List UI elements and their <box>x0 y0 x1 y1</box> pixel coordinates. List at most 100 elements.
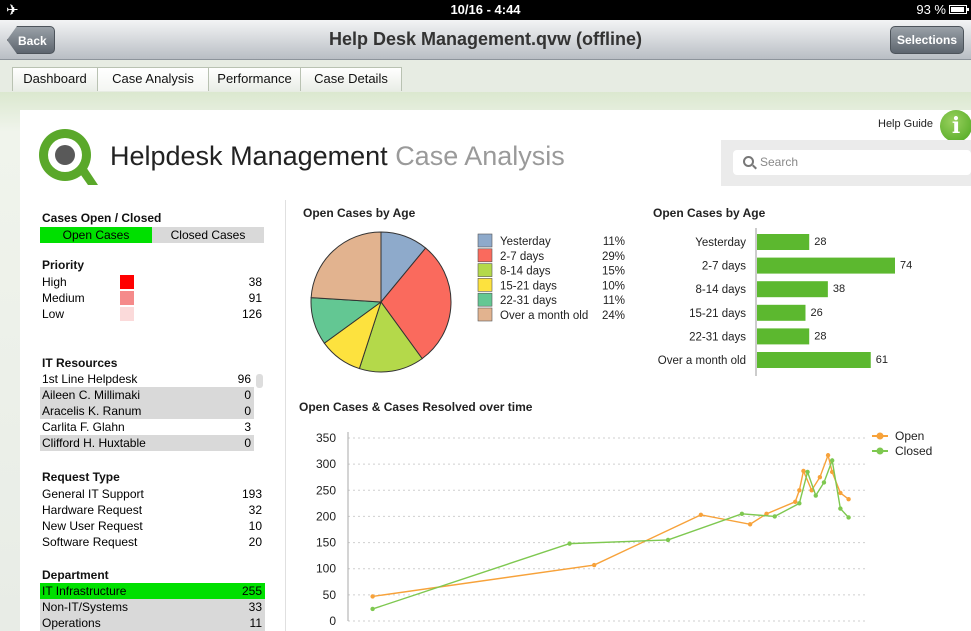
data-point[interactable] <box>567 541 572 546</box>
tab-performance[interactable]: Performance <box>208 67 301 91</box>
it-resources-scrollbar[interactable] <box>256 374 263 388</box>
legend-percent: 11% <box>603 236 625 248</box>
priority-label: Low <box>42 307 65 321</box>
it-resource-row[interactable]: Carlita F. Glahn 3 <box>40 419 254 435</box>
legend-label: 22-31 days <box>500 295 557 307</box>
search-container: Search <box>721 140 971 186</box>
y-tick-label: 300 <box>316 457 336 471</box>
legend-marker <box>876 432 884 440</box>
bar-category-label: 2-7 days <box>702 261 746 273</box>
priority-label: Medium <box>42 291 85 305</box>
filter-open-cases[interactable]: Open Cases <box>40 227 152 243</box>
data-point[interactable] <box>838 490 843 496</box>
legend-percent: 15% <box>602 266 625 278</box>
data-point[interactable] <box>747 522 753 527</box>
department-row[interactable]: IT Infrastructure 255 <box>40 583 265 599</box>
series-line[interactable] <box>372 452 850 598</box>
data-point[interactable] <box>370 606 375 612</box>
bar[interactable] <box>757 281 828 298</box>
priority-swatch <box>120 307 134 321</box>
priority-row-medium[interactable]: Medium 91 <box>40 290 265 306</box>
it-resources-title: IT Resources <box>42 356 118 370</box>
tab-case-analysis[interactable]: Case Analysis <box>97 67 209 91</box>
info-icon[interactable]: i <box>940 110 971 142</box>
request-type-row[interactable]: General IT Support 193 <box>40 486 265 502</box>
document-title: Help Desk Management.qvw (offline) <box>328 29 643 49</box>
it-resource-row[interactable]: Aileen C. Millimaki 0 <box>40 387 254 403</box>
bar[interactable] <box>757 328 810 345</box>
bar[interactable] <box>757 352 871 368</box>
data-point[interactable] <box>805 469 810 475</box>
it-resource-label: Aileen C. Millimaki <box>42 388 141 402</box>
tab-case-details[interactable]: Case Details <box>300 67 402 91</box>
data-point[interactable] <box>801 468 806 474</box>
pie-slice[interactable] <box>310 231 382 303</box>
it-resource-label: 1st Line Helpdesk <box>42 372 138 386</box>
department-row[interactable]: Non-IT/Systems 33 <box>40 599 265 615</box>
tab-dashboard[interactable]: Dashboard <box>12 67 98 91</box>
legend-label: Yesterday <box>500 236 551 248</box>
data-point[interactable] <box>797 488 802 493</box>
data-point[interactable] <box>797 501 802 506</box>
it-resource-row[interactable]: 1st Line Helpdesk 96 <box>40 371 254 387</box>
pie-chart-title: Open Cases by Age <box>303 206 416 220</box>
it-resource-row[interactable]: Aracelis K. Ranum 0 <box>40 403 254 419</box>
priority-row-low[interactable]: Low 126 <box>40 306 265 322</box>
y-tick-label: 150 <box>316 536 336 550</box>
bar-value-label: 74 <box>900 260 912 272</box>
department-title: Department <box>42 568 109 582</box>
data-point[interactable] <box>591 562 597 568</box>
priority-row-high[interactable]: High 38 <box>40 274 265 290</box>
data-point[interactable] <box>698 512 704 518</box>
battery-icon <box>949 5 969 14</box>
request-type-row[interactable]: Hardware Request 32 <box>40 502 265 518</box>
request-type-row[interactable]: New User Request 10 <box>40 518 265 534</box>
data-point[interactable] <box>813 493 818 498</box>
department-row[interactable]: Operations 11 <box>40 615 265 631</box>
data-point[interactable] <box>825 453 831 458</box>
data-point[interactable] <box>772 514 777 519</box>
bar[interactable] <box>757 257 895 274</box>
data-point[interactable] <box>838 506 843 511</box>
data-point[interactable] <box>817 475 823 480</box>
search-input[interactable]: Search <box>733 150 971 175</box>
data-point[interactable] <box>846 496 851 502</box>
bar[interactable] <box>757 304 806 321</box>
selections-button[interactable]: Selections <box>890 26 964 54</box>
data-point[interactable] <box>846 515 851 520</box>
line-chart[interactable]: 0 50 100 150 200 250 300 350 OpenClosed <box>290 420 971 631</box>
it-resource-row[interactable]: Clifford H. Huxtable 0 <box>40 435 254 451</box>
request-type-label: General IT Support <box>42 487 144 501</box>
legend-label: 15-21 days <box>500 280 557 292</box>
bar-category-label: 8-14 days <box>695 284 746 296</box>
request-type-row[interactable]: Software Request 20 <box>40 534 265 550</box>
legend-label: 8-14 days <box>500 266 551 278</box>
panel-divider <box>285 200 286 631</box>
data-point[interactable] <box>665 537 671 543</box>
legend-label: 2-7 days <box>500 251 544 263</box>
priority-value: 38 <box>248 275 262 289</box>
department-label: IT Infrastructure <box>42 584 127 598</box>
priority-label: High <box>42 275 67 289</box>
pie-chart[interactable]: Yesterday 11% 2-7 days 29% 8-14 days 15% 15-21… <box>300 226 640 380</box>
data-point[interactable] <box>829 458 835 463</box>
legend-swatch <box>477 278 493 292</box>
priority-swatch <box>120 291 134 305</box>
y-tick-label: 0 <box>329 614 336 628</box>
page-title-sub: Case Analysis <box>395 141 565 171</box>
filter-open-cases-label: Open Cases <box>62 228 130 242</box>
data-point[interactable] <box>739 511 745 517</box>
bar-category-label: 15-21 days <box>689 308 746 320</box>
bar[interactable] <box>757 234 810 250</box>
data-point[interactable] <box>370 594 375 599</box>
data-point[interactable] <box>821 480 827 485</box>
data-point[interactable] <box>793 499 798 504</box>
bar-chart[interactable]: Yesterday 28 2-7 days 74 8-14 days 38 15-21 da… <box>640 226 971 376</box>
filter-closed-cases[interactable]: Closed Cases <box>152 227 264 243</box>
legend-swatch <box>477 233 493 248</box>
search-icon <box>743 156 754 167</box>
sheet-tabs: Dashboard Case Analysis Performance Case… <box>0 60 971 92</box>
legend-marker <box>876 447 884 455</box>
it-resource-value: 3 <box>244 420 251 434</box>
page-title-main: Helpdesk Management <box>110 141 388 171</box>
